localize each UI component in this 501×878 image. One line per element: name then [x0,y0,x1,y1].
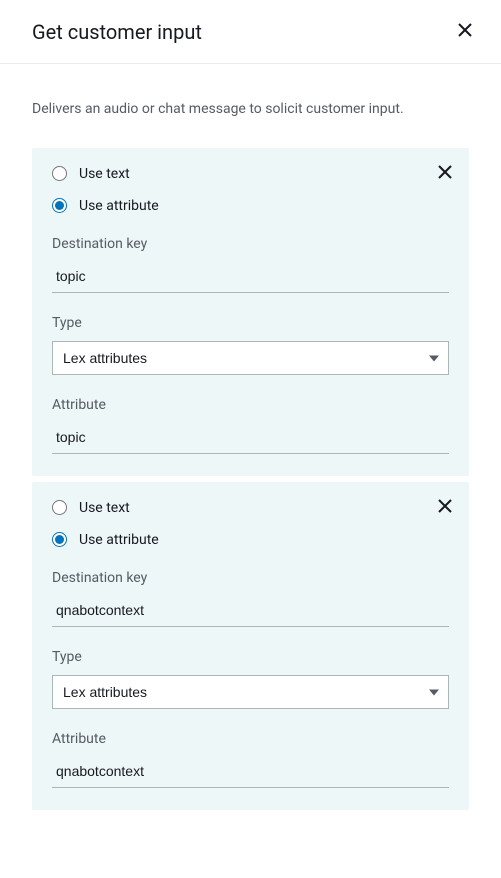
type-label: Type [52,315,449,331]
use-attribute-radio-row[interactable]: Use attribute [52,532,449,548]
use-attribute-label: Use attribute [79,198,159,214]
card-close-button[interactable] [435,162,455,185]
destination-key-label: Destination key [52,570,449,586]
attribute-label: Attribute [52,731,449,747]
attribute-card: Use text Use attribute Destination key T… [32,148,469,476]
close-icon [457,22,473,41]
type-group: Type Lex attributes [52,315,449,375]
close-icon [437,168,453,183]
attribute-fields: Destination key Type Lex attributes [52,236,449,454]
panel-title: Get customer input [32,20,202,44]
use-text-label: Use text [79,166,130,182]
destination-key-input[interactable] [52,262,449,293]
attribute-group: Attribute [52,397,449,454]
use-attribute-radio-row[interactable]: Use attribute [52,198,449,214]
attribute-group: Attribute [52,731,449,788]
attribute-fields: Destination key Type Lex attributes [52,570,449,788]
attribute-input[interactable] [52,757,449,788]
use-text-radio[interactable] [52,166,67,181]
use-text-label: Use text [79,500,130,516]
use-text-radio[interactable] [52,500,67,515]
get-customer-input-panel: Get customer input Delivers an audio or … [0,0,501,878]
card-close-button[interactable] [435,496,455,519]
close-icon [437,502,453,517]
use-attribute-label: Use attribute [79,532,159,548]
attribute-cards: Use text Use attribute Destination key T… [0,148,501,810]
attribute-card: Use text Use attribute Destination key T… [32,482,469,810]
use-text-radio-row[interactable]: Use text [52,166,449,182]
destination-key-input[interactable] [52,596,449,627]
type-label: Type [52,649,449,665]
use-text-radio-row[interactable]: Use text [52,500,449,516]
destination-key-label: Destination key [52,236,449,252]
type-select[interactable]: Lex attributes [52,341,449,375]
panel-close-button[interactable] [453,18,477,45]
use-attribute-radio[interactable] [52,532,67,547]
type-select-wrap: Lex attributes [52,341,449,375]
use-attribute-radio[interactable] [52,198,67,213]
type-select[interactable]: Lex attributes [52,675,449,709]
panel-header: Get customer input [0,0,501,64]
panel-description: Delivers an audio or chat message to sol… [0,64,501,148]
attribute-input[interactable] [52,423,449,454]
type-group: Type Lex attributes [52,649,449,709]
type-select-wrap: Lex attributes [52,675,449,709]
destination-key-group: Destination key [52,236,449,293]
attribute-label: Attribute [52,397,449,413]
destination-key-group: Destination key [52,570,449,627]
